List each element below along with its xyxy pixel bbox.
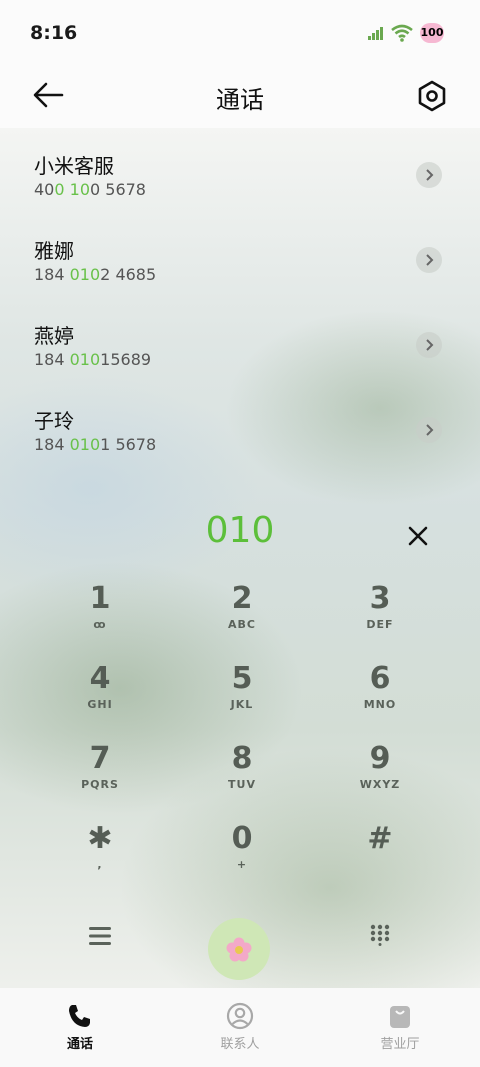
key-7[interactable]: 7 PQRS	[50, 740, 150, 816]
chevron-right-icon	[426, 424, 434, 436]
contact-detail-button[interactable]	[416, 332, 442, 358]
phone-icon	[69, 1005, 90, 1027]
clear-input-icon[interactable]	[402, 520, 434, 552]
dial-display: 010	[0, 510, 480, 560]
call-button[interactable]	[208, 918, 270, 980]
contact-number: 184 01015689	[34, 350, 152, 369]
key-0[interactable]: 0 +	[192, 820, 292, 896]
contact-detail-button[interactable]	[416, 417, 442, 443]
key-star[interactable]: ✱,	[50, 820, 150, 896]
chevron-right-icon	[426, 254, 434, 266]
contact-detail-button[interactable]	[416, 162, 442, 188]
contact-name: 燕婷	[34, 324, 74, 348]
settings-gear-icon[interactable]	[414, 78, 450, 114]
contact-row[interactable]: 燕婷 184 01015689	[0, 310, 480, 395]
key-2[interactable]: 2 ABC	[192, 580, 292, 656]
tab-label: 营业厅	[380, 1037, 420, 1052]
contact-number: 184 0101 5678	[34, 435, 157, 454]
flower-icon	[226, 937, 252, 961]
contact-number: 184 0102 4685	[34, 265, 157, 284]
contact-detail-button[interactable]	[416, 247, 442, 273]
key-9[interactable]: 9 WXYZ	[330, 740, 430, 816]
key-4[interactable]: 4 GHI	[50, 660, 150, 736]
signal-icon	[368, 27, 383, 40]
app-header: 通话	[0, 64, 480, 128]
key-1[interactable]: 1ꝏ	[50, 580, 150, 656]
menu-icon[interactable]	[88, 926, 112, 946]
bottom-tab-bar: 通话 联系人 营业厅	[0, 988, 480, 1067]
chevron-right-icon	[426, 339, 434, 351]
keypad-toggle-icon[interactable]	[370, 924, 390, 946]
tab-service-hall[interactable]: 营业厅	[320, 988, 480, 1067]
contact-name: 雅娜	[34, 239, 74, 263]
status-time: 8:16	[30, 22, 78, 44]
dialer-actions	[0, 916, 480, 986]
key-6[interactable]: 6 MNO	[330, 660, 430, 736]
key-8[interactable]: 8 TUV	[192, 740, 292, 816]
contact-name: 小米客服	[34, 154, 114, 178]
tab-label: 联系人	[220, 1037, 260, 1052]
tab-label: 通话	[66, 1037, 93, 1052]
key-3[interactable]: 3 DEF	[330, 580, 430, 656]
status-bar: 8:16 100	[0, 0, 480, 64]
person-icon	[226, 1002, 254, 1030]
contact-row[interactable]: 子玲 184 0101 5678	[0, 395, 480, 480]
contact-row[interactable]: 雅娜 184 0102 4685	[0, 225, 480, 310]
contact-suggestion-list: 小米客服 400 100 5678 雅娜 184 0102 4685 燕婷 18…	[0, 140, 480, 480]
battery-indicator: 100	[420, 23, 444, 43]
contact-number: 400 100 5678	[34, 180, 146, 199]
contact-row[interactable]: 小米客服 400 100 5678	[0, 140, 480, 225]
page-title: 通话	[216, 86, 264, 114]
chevron-right-icon	[426, 169, 434, 181]
voicemail-icon: ꝏ	[93, 618, 107, 631]
key-hash[interactable]: #	[330, 820, 430, 896]
dial-keypad: 1ꝏ 2 ABC 3 DEF 4 GHI 5 JKL 6 MNO 7 PQRS 8 TUV 9…	[30, 580, 450, 900]
key-5[interactable]: 5 JKL	[192, 660, 292, 736]
tab-calls[interactable]: 通话	[0, 988, 160, 1067]
bag-icon	[390, 1006, 410, 1028]
tab-contacts[interactable]: 联系人	[160, 988, 320, 1067]
contact-name: 子玲	[34, 409, 74, 433]
wifi-icon	[391, 24, 413, 42]
